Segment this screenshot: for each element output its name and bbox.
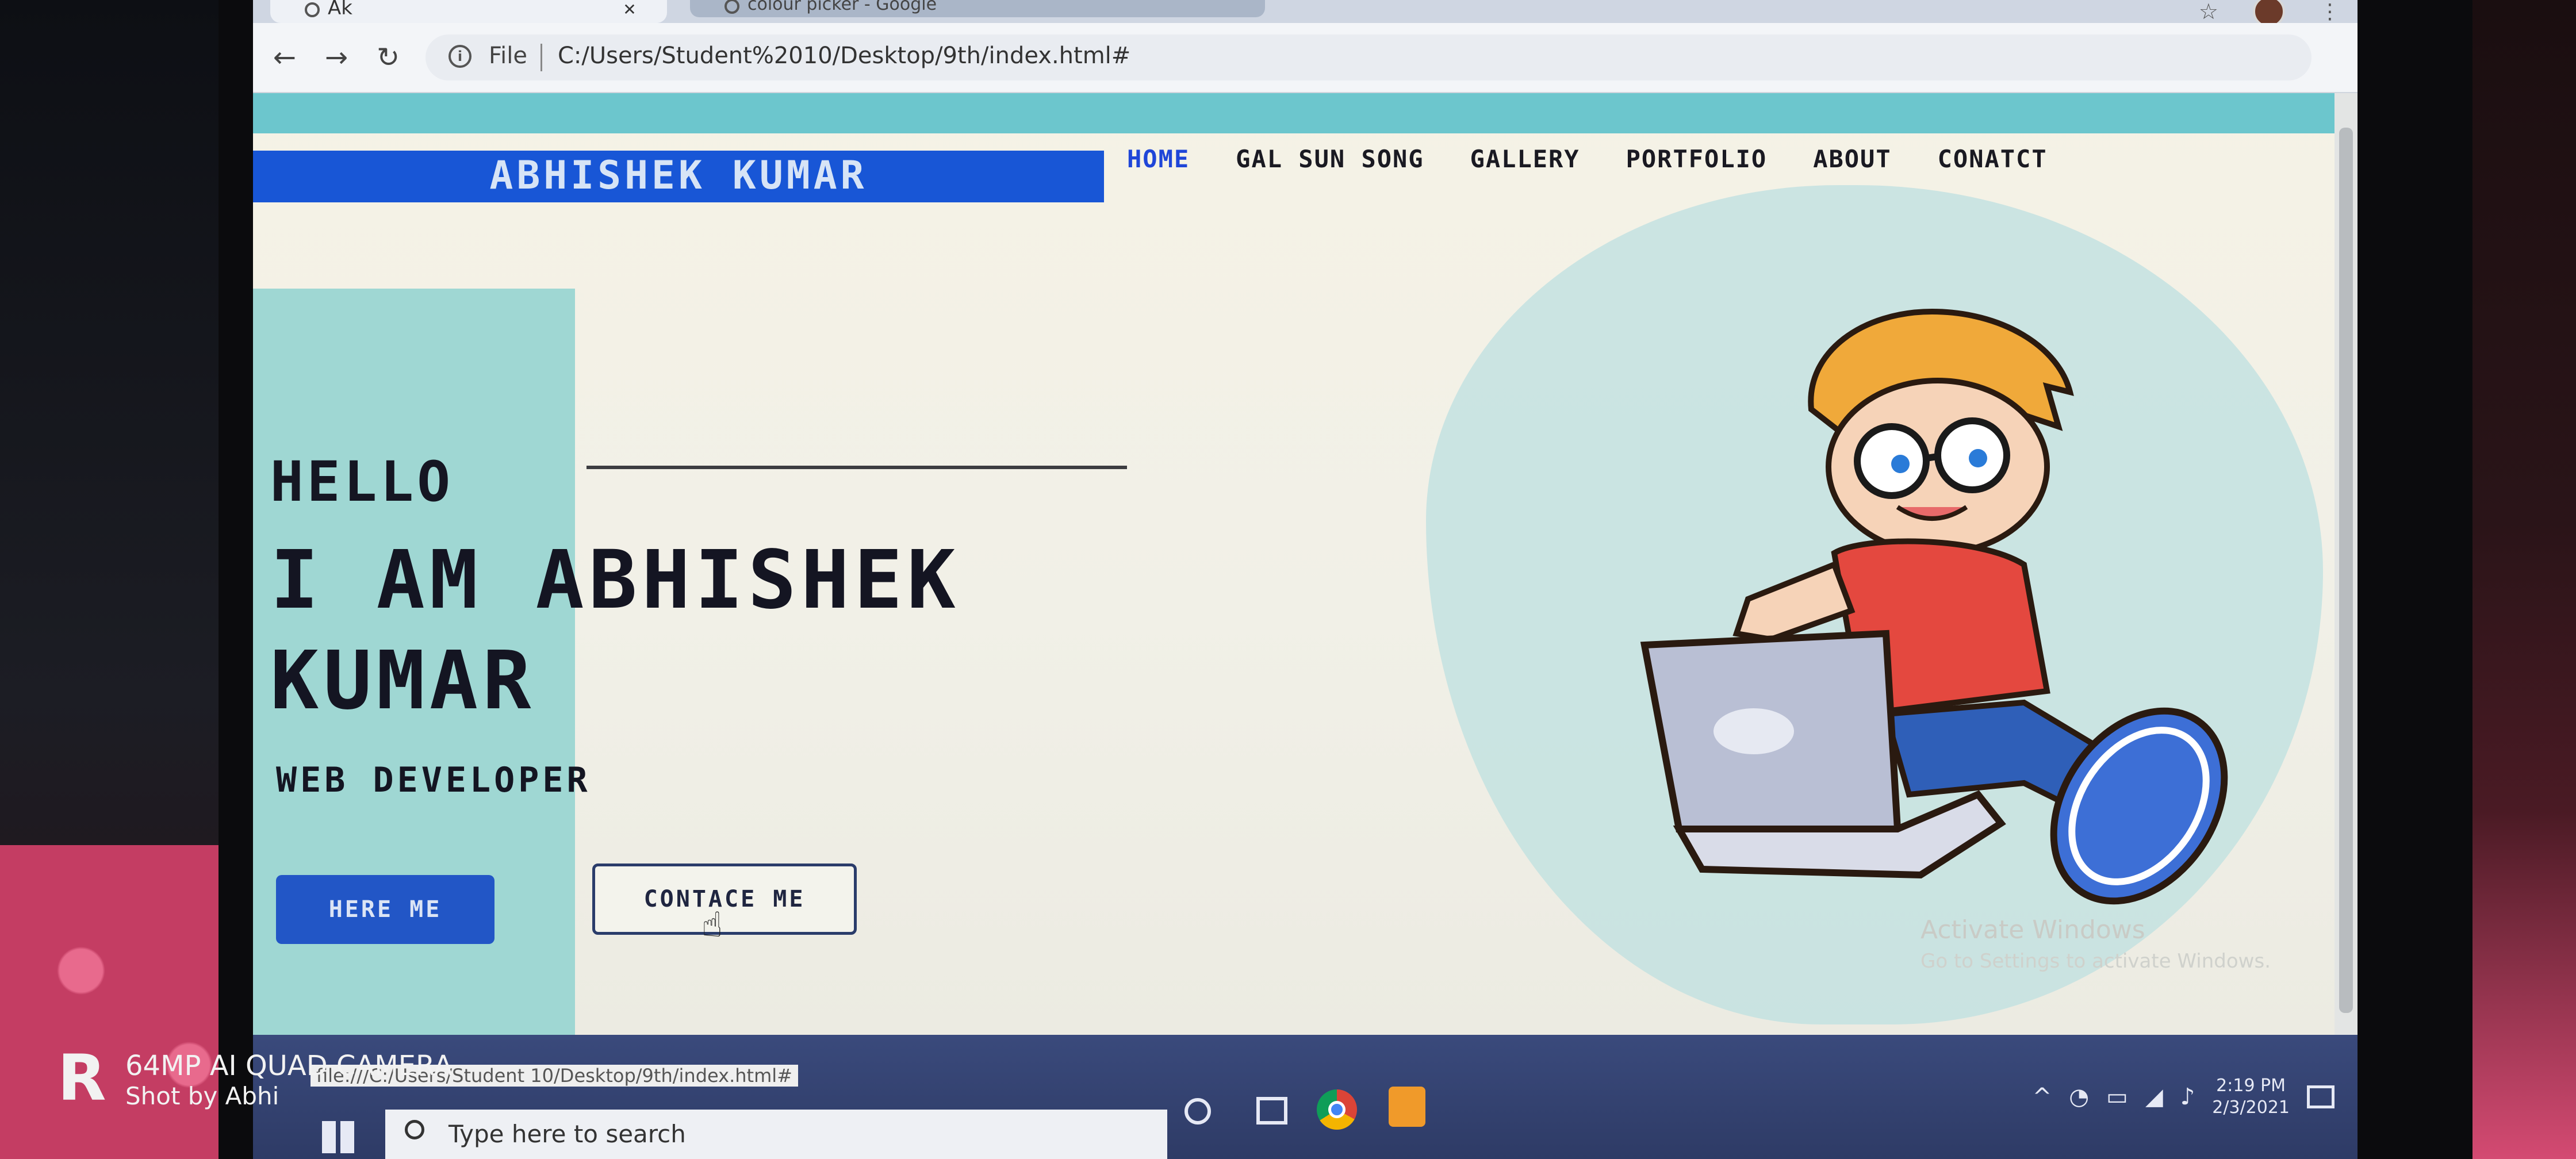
page-scrollbar[interactable]: [2334, 93, 2358, 1036]
hello-divider: [586, 466, 1127, 469]
info-icon[interactable]: i: [448, 45, 471, 68]
address-bar[interactable]: i File C:/Users/Student%2010/Desktop/9th…: [425, 34, 2312, 80]
taskview-icon[interactable]: [1256, 1097, 1287, 1125]
camera-model: 64MP AI QUAD CAMERA: [125, 1050, 453, 1082]
site-brand[interactable]: ABHISHEK KUMAR: [253, 153, 1104, 198]
camera-credit: Shot by Abhi: [125, 1082, 279, 1110]
tab-favicon: [305, 2, 320, 17]
clock-date: 2/3/2021: [2212, 1097, 2290, 1118]
cortana-icon[interactable]: [1184, 1098, 1211, 1125]
contact-me-button[interactable]: CONTACE ME: [592, 864, 857, 935]
tab-title: Ak: [328, 0, 352, 20]
hire-me-button[interactable]: HERE ME: [276, 875, 494, 944]
kebab-icon[interactable]: ⋮: [2320, 0, 2340, 24]
reload-icon[interactable]: ↻: [368, 40, 408, 75]
developer-illustration: [1640, 308, 2228, 905]
system-tray: ^ ◔ ▭ ◢ ♪ 2:19 PM 2/3/2021: [2033, 1075, 2334, 1119]
hero-role: WEB DEVELOPER: [276, 760, 591, 800]
activate-windows-watermark: Activate Windows: [1920, 915, 2145, 945]
notification-icon[interactable]: [2307, 1085, 2334, 1108]
main-nav: HOME GAL SUN SONG GALLERY PORTFOLIO ABOU…: [1127, 145, 2048, 173]
tray-volume-icon[interactable]: ♪: [2180, 1084, 2195, 1110]
url-text[interactable]: C:/Users/Student%2010/Desktop/9th/index.…: [558, 43, 1130, 69]
nav-contact[interactable]: CONATCT: [1938, 145, 2048, 173]
back-icon[interactable]: ←: [264, 40, 305, 75]
hero-hello: HELLO: [270, 450, 454, 514]
clock-time: 2:19 PM: [2216, 1076, 2286, 1096]
sublime-icon[interactable]: [1389, 1087, 1425, 1127]
nav-about[interactable]: ABOUT: [1813, 145, 1891, 173]
address-separator: [540, 44, 542, 71]
file-label: File: [489, 43, 527, 69]
taskbar-clock[interactable]: 2:19 PM 2/3/2021: [2212, 1075, 2290, 1119]
star-icon[interactable]: ☆: [2199, 0, 2218, 24]
tab-favicon: [724, 0, 739, 14]
tray-wifi-icon[interactable]: ◢: [2145, 1084, 2163, 1110]
chrome-icon[interactable]: [1317, 1089, 1357, 1130]
tab-strip: Ak ✕ colour picker - Google ☆ ⋮: [253, 0, 2358, 28]
activate-windows-subtext: Go to Settings to activate Windows.: [1920, 950, 2271, 973]
search-icon: [405, 1120, 424, 1139]
windows-taskbar: Type here to search ^ ◔ ▭ ◢ ♪ 2:19 PM 2/…: [253, 1035, 2358, 1159]
tab-active[interactable]: Ak ✕: [270, 0, 667, 23]
monitor-screen: Ak ✕ colour picker - Google ☆ ⋮ ← → ↻ i …: [253, 0, 2358, 1159]
tab-strip-icons: ☆ ⋮: [2199, 0, 2340, 28]
windows-start-icon[interactable]: [322, 1121, 354, 1153]
tab-close-icon[interactable]: ✕: [621, 1, 638, 18]
browser-toolbar: ← → ↻ i File C:/Users/Student%2010/Deskt…: [253, 23, 2358, 93]
tray-battery-icon[interactable]: ▭: [2106, 1084, 2128, 1110]
tab-inactive[interactable]: colour picker - Google: [690, 0, 1265, 17]
taskbar-search[interactable]: Type here to search: [385, 1110, 1167, 1159]
forward-icon[interactable]: →: [316, 40, 356, 75]
scroll-thumb[interactable]: [2339, 128, 2353, 1013]
nav-gallery[interactable]: GALLERY: [1470, 145, 1580, 173]
web-page: ABHISHEK KUMAR HOME GAL SUN SONG GALLERY…: [253, 93, 2334, 1036]
tray-chevron-icon[interactable]: ^: [2033, 1084, 2052, 1110]
top-teal-band: [253, 93, 2334, 133]
tray-network-icon[interactable]: ◔: [2069, 1084, 2089, 1110]
nav-portfolio[interactable]: PORTFOLIO: [1626, 145, 1768, 173]
nav-gal-sun-song[interactable]: GAL SUN SONG: [1236, 145, 1424, 173]
nav-home[interactable]: HOME: [1127, 145, 1190, 173]
hero-headline: I AM ABHISHEK KUMAR: [270, 534, 960, 728]
tab-title-2: colour picker - Google: [747, 0, 937, 14]
cursor-icon: ☝: [702, 905, 723, 945]
camera-logo: R: [57, 1041, 106, 1115]
taskbar-search-placeholder: Type here to search: [448, 1120, 686, 1148]
